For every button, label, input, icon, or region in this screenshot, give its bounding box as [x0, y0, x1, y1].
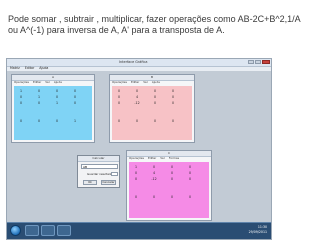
matrix-window-a[interactable]: A Operações Editar Ver Ajuda 10000100001…	[11, 74, 95, 143]
cancel-button[interactable]: Cancelar	[101, 180, 116, 185]
matrix-c-cell[interactable]: -12	[150, 177, 158, 181]
window-controls	[248, 60, 270, 64]
matrix-c-cell[interactable]: 0	[168, 177, 176, 181]
matrix-b-menu-item[interactable]: Editar	[131, 80, 139, 85]
taskbar-app-icon[interactable]	[57, 225, 71, 236]
matrix-c-cell[interactable]: 0	[132, 177, 140, 181]
matrix-a-cell[interactable]: 1	[17, 89, 25, 93]
matrix-b-cell[interactable]: 0	[115, 101, 123, 105]
minimize-icon[interactable]	[248, 60, 254, 64]
matrix-a-cell[interactable]: 0	[35, 119, 43, 123]
matrix-b-menu-item[interactable]: Ver	[143, 80, 148, 85]
matrix-b-menubar: Operações Editar Ver Ajuda	[110, 80, 194, 85]
matrix-a-cell[interactable]: 0	[71, 101, 79, 105]
matrix-b-menu-item[interactable]: Operações	[112, 80, 127, 85]
matrix-b-cell[interactable]: 0	[115, 89, 123, 93]
clock-date: 29/09/2011	[248, 230, 267, 234]
taskbar-clock: 11:30 29/09/2011	[249, 225, 267, 235]
matrix-a-cell[interactable]: 0	[17, 119, 25, 123]
matrix-c-cell[interactable]: 0	[186, 177, 194, 181]
matrix-a-grid: 1 0 0 0 0 1 0 0 0 0 1 0 0 0 0 1	[14, 86, 92, 140]
matrix-a-cell[interactable]: 0	[53, 95, 61, 99]
result-name-field[interactable]	[111, 172, 118, 176]
matrix-c-cell[interactable]: 0	[186, 195, 194, 199]
matrix-c-cell[interactable]: 1	[132, 165, 140, 169]
matrix-a-cell[interactable]: 0	[53, 89, 61, 93]
maximize-icon[interactable]	[255, 60, 261, 64]
matrix-a-menubar: Operações Editar Ver Ajuda	[12, 80, 94, 85]
matrix-window-c[interactable]: C Operações Editar Ver Formas 100004000-…	[126, 150, 212, 221]
matrix-c-cell[interactable]: 0	[132, 171, 140, 175]
matrix-a-cell[interactable]: 0	[71, 89, 79, 93]
matrix-b-cell[interactable]: 0	[169, 119, 177, 123]
matrix-b-cell[interactable]: 0	[115, 95, 123, 99]
dialog-title: Calcular	[78, 156, 119, 162]
mdi-workspace: A Operações Editar Ver Ajuda 10000100001…	[7, 71, 271, 225]
matrix-c-cell[interactable]: 0	[168, 195, 176, 199]
ok-button[interactable]: Ok	[83, 180, 97, 185]
matrix-a-cell[interactable]: 0	[17, 101, 25, 105]
matrix-window-b[interactable]: B Operações Editar Ver Ajuda 0 0 0 0 0 4 0 0 0 -1…	[109, 74, 195, 143]
matrix-a-cell[interactable]: 0	[53, 119, 61, 123]
matrix-c-menu-item[interactable]: Editar	[148, 156, 156, 161]
app-window: Interface Gráfica Matriz Editar Ajuda A …	[6, 58, 272, 240]
start-button-icon[interactable]	[10, 225, 21, 236]
matrix-a-menu-item[interactable]: Operações	[14, 80, 29, 85]
matrix-b-cell[interactable]: 0	[151, 95, 159, 99]
matrix-a-cell[interactable]: 1	[71, 119, 79, 123]
matrix-a-cell[interactable]: 1	[53, 101, 61, 105]
taskbar-app-icon[interactable]	[25, 225, 39, 236]
matrix-c-menu-item[interactable]: Formas	[169, 156, 179, 161]
taskbar-app-icon[interactable]	[41, 225, 55, 236]
matrix-c-grid: 1 0 0 0 0 4 0 0 0 -12 0 0 0 0 0 0	[129, 162, 209, 218]
matrix-a-cell[interactable]: 0	[17, 95, 25, 99]
matrix-b-cell[interactable]: 0	[151, 89, 159, 93]
matrix-b-menu-item[interactable]: Ajuda	[152, 80, 160, 85]
app-title: Interface Gráfica	[119, 60, 148, 64]
matrix-a-menu-item[interactable]: Ver	[45, 80, 50, 85]
matrix-c-menubar: Operações Editar Ver Formas	[127, 156, 211, 161]
matrix-b-grid: 0 0 0 0 0 4 0 0 0 -12 0 0 0 0 0 0	[112, 86, 192, 140]
matrix-c-cell[interactable]: 0	[186, 165, 194, 169]
matrix-a-cell[interactable]: 1	[35, 95, 43, 99]
matrix-c-cell[interactable]: 0	[186, 171, 194, 175]
matrix-c-cell[interactable]: 0	[132, 195, 140, 199]
matrix-b-cell[interactable]: 0	[151, 119, 159, 123]
matrix-a-menu-item[interactable]: Ajuda	[54, 80, 62, 85]
matrix-b-cell[interactable]: 0	[169, 89, 177, 93]
matrix-b-cell[interactable]: 0	[169, 95, 177, 99]
slide-caption: Pode somar , subtrair , multiplicar, faz…	[8, 14, 301, 35]
close-icon[interactable]	[262, 60, 270, 64]
matrix-b-cell[interactable]: 0	[133, 89, 141, 93]
matrix-b-cell[interactable]: 0	[169, 101, 177, 105]
matrix-c-cell[interactable]: 0	[168, 171, 176, 175]
matrix-b-cell[interactable]: 4	[133, 95, 141, 99]
matrix-b-cell[interactable]: -12	[133, 101, 141, 105]
expression-input[interactable]: AB	[81, 164, 118, 169]
matrix-c-menu-item[interactable]: Operações	[129, 156, 144, 161]
matrix-a-cell[interactable]: 0	[35, 89, 43, 93]
matrix-c-cell[interactable]: 0	[150, 165, 158, 169]
save-result-label: Guardar resultado	[87, 172, 113, 176]
matrix-b-cell[interactable]: 0	[115, 119, 123, 123]
matrix-b-cell[interactable]: 0	[133, 119, 141, 123]
matrix-c-cell[interactable]: 0	[168, 165, 176, 169]
matrix-b-cell[interactable]: 0	[151, 101, 159, 105]
matrix-a-cell[interactable]: 0	[71, 95, 79, 99]
matrix-c-menu-item[interactable]: Ver	[160, 156, 165, 161]
taskbar: 11:30 29/09/2011	[7, 222, 271, 239]
matrix-c-cell[interactable]: 4	[150, 171, 158, 175]
calculate-dialog[interactable]: Calcular AB Guardar resultado Ok Cancela…	[77, 155, 120, 188]
matrix-a-cell[interactable]: 0	[35, 101, 43, 105]
matrix-a-menu-item[interactable]: Editar	[33, 80, 41, 85]
matrix-c-cell[interactable]: 0	[150, 195, 158, 199]
